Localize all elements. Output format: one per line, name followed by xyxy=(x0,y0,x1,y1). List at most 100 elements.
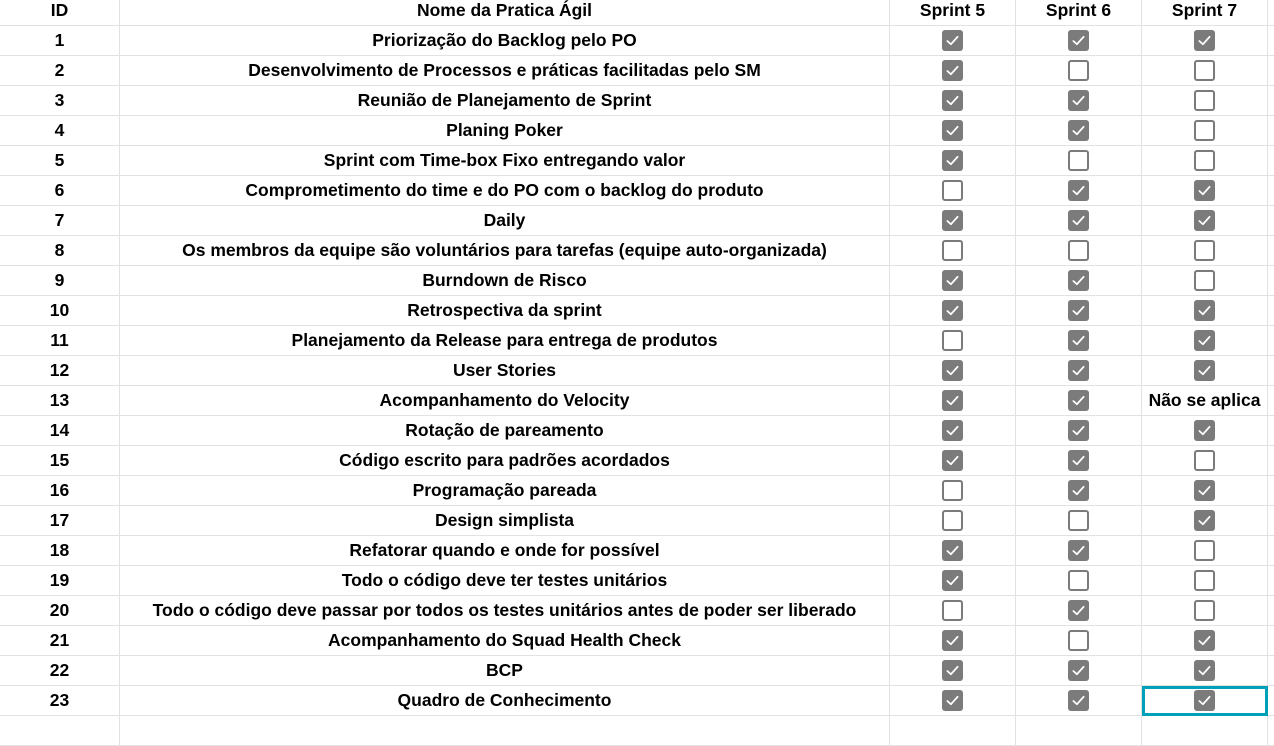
practice-name-cell[interactable]: Planejamento da Release para entrega de … xyxy=(120,326,890,356)
practice-name-cell[interactable]: Desenvolvimento de Processos e práticas … xyxy=(120,56,890,86)
empty-cell[interactable] xyxy=(1268,476,1274,506)
checkbox-unchecked[interactable] xyxy=(942,330,963,351)
checkbox-checked[interactable] xyxy=(1194,360,1215,381)
empty-cell[interactable] xyxy=(1268,536,1274,566)
sprint-7-cell[interactable] xyxy=(1142,506,1268,536)
empty-cell[interactable] xyxy=(1268,356,1274,386)
sprint-5-cell[interactable] xyxy=(890,356,1016,386)
checkbox-checked[interactable] xyxy=(1068,420,1089,441)
checkbox-checked[interactable] xyxy=(942,30,963,51)
empty-cell[interactable] xyxy=(1016,716,1142,746)
empty-cell[interactable] xyxy=(1268,0,1274,26)
checkbox-checked[interactable] xyxy=(942,210,963,231)
id-cell[interactable]: 15 xyxy=(0,446,120,476)
sprint-5-cell[interactable] xyxy=(890,206,1016,236)
empty-cell[interactable] xyxy=(0,716,120,746)
checkbox-unchecked[interactable] xyxy=(942,510,963,531)
checkbox-checked[interactable] xyxy=(942,60,963,81)
sprint-7-cell[interactable] xyxy=(1142,566,1268,596)
sprint-7-cell[interactable] xyxy=(1142,416,1268,446)
checkbox-checked[interactable] xyxy=(1194,690,1215,711)
empty-cell[interactable] xyxy=(1268,266,1274,296)
checkbox-unchecked[interactable] xyxy=(1194,270,1215,291)
empty-cell[interactable] xyxy=(1268,566,1274,596)
sprint-6-cell[interactable] xyxy=(1016,296,1142,326)
sprint-5-cell[interactable] xyxy=(890,236,1016,266)
sprint-5-cell[interactable] xyxy=(890,266,1016,296)
empty-cell[interactable] xyxy=(1142,716,1268,746)
checkbox-unchecked[interactable] xyxy=(942,180,963,201)
sprint-7-cell[interactable] xyxy=(1142,626,1268,656)
checkbox-checked[interactable] xyxy=(1194,420,1215,441)
empty-cell[interactable] xyxy=(1268,506,1274,536)
checkbox-unchecked[interactable] xyxy=(1194,540,1215,561)
sprint-7-cell[interactable] xyxy=(1142,356,1268,386)
checkbox-checked[interactable] xyxy=(1194,480,1215,501)
id-cell[interactable]: 6 xyxy=(0,176,120,206)
sprint-6-cell[interactable] xyxy=(1016,596,1142,626)
checkbox-checked[interactable] xyxy=(1068,210,1089,231)
practice-name-cell[interactable]: Os membros da equipe são voluntários par… xyxy=(120,236,890,266)
sprint-6-cell[interactable] xyxy=(1016,86,1142,116)
practice-name-cell[interactable]: Retrospectiva da sprint xyxy=(120,296,890,326)
practice-name-cell[interactable]: Código escrito para padrões acordados xyxy=(120,446,890,476)
checkbox-checked[interactable] xyxy=(942,660,963,681)
sprint-6-cell[interactable] xyxy=(1016,386,1142,416)
empty-cell[interactable] xyxy=(1268,236,1274,266)
checkbox-unchecked[interactable] xyxy=(1194,150,1215,171)
empty-cell[interactable] xyxy=(1268,686,1274,716)
id-cell[interactable]: 22 xyxy=(0,656,120,686)
sprint-6-cell[interactable] xyxy=(1016,356,1142,386)
id-cell[interactable]: 4 xyxy=(0,116,120,146)
sprint-7-cell[interactable] xyxy=(1142,86,1268,116)
checkbox-checked[interactable] xyxy=(942,150,963,171)
checkbox-checked[interactable] xyxy=(1068,660,1089,681)
empty-cell[interactable] xyxy=(1268,116,1274,146)
id-cell[interactable]: 12 xyxy=(0,356,120,386)
checkbox-unchecked[interactable] xyxy=(1068,570,1089,591)
sprint-5-cell[interactable] xyxy=(890,476,1016,506)
checkbox-checked[interactable] xyxy=(1194,510,1215,531)
sprint-5-cell[interactable] xyxy=(890,386,1016,416)
id-cell[interactable]: 14 xyxy=(0,416,120,446)
checkbox-checked[interactable] xyxy=(1068,300,1089,321)
id-cell[interactable]: 23 xyxy=(0,686,120,716)
sprint-5-cell[interactable] xyxy=(890,506,1016,536)
sprint-7-cell[interactable] xyxy=(1142,116,1268,146)
empty-cell[interactable] xyxy=(1268,146,1274,176)
checkbox-checked[interactable] xyxy=(1068,600,1089,621)
checkbox-checked[interactable] xyxy=(1068,330,1089,351)
checkbox-checked[interactable] xyxy=(1068,180,1089,201)
checkbox-checked[interactable] xyxy=(942,570,963,591)
sprint-7-cell[interactable] xyxy=(1142,296,1268,326)
checkbox-checked[interactable] xyxy=(1194,660,1215,681)
sprint-6-cell[interactable] xyxy=(1016,176,1142,206)
sprint-5-cell[interactable] xyxy=(890,296,1016,326)
empty-cell[interactable] xyxy=(1268,386,1274,416)
practice-name-cell[interactable]: Comprometimento do time e do PO com o ba… xyxy=(120,176,890,206)
id-cell[interactable]: 9 xyxy=(0,266,120,296)
sprint-6-cell[interactable] xyxy=(1016,686,1142,716)
header-sprint-5[interactable]: Sprint 5 xyxy=(890,0,1016,26)
sprint-5-cell[interactable] xyxy=(890,626,1016,656)
sprint-7-cell[interactable] xyxy=(1142,266,1268,296)
id-cell[interactable]: 10 xyxy=(0,296,120,326)
sprint-7-cell[interactable] xyxy=(1142,326,1268,356)
sprint-6-cell[interactable] xyxy=(1016,566,1142,596)
checkbox-unchecked[interactable] xyxy=(942,240,963,261)
sprint-5-cell[interactable] xyxy=(890,116,1016,146)
checkbox-checked[interactable] xyxy=(1068,360,1089,381)
practice-name-cell[interactable]: Todo o código deve ter testes unitários xyxy=(120,566,890,596)
checkbox-unchecked[interactable] xyxy=(942,600,963,621)
sprint-6-cell[interactable] xyxy=(1016,56,1142,86)
checkbox-checked[interactable] xyxy=(1194,180,1215,201)
sprint-5-cell[interactable] xyxy=(890,86,1016,116)
sprint-7-cell[interactable] xyxy=(1142,56,1268,86)
checkbox-checked[interactable] xyxy=(1068,270,1089,291)
sprint-6-cell[interactable] xyxy=(1016,476,1142,506)
id-cell[interactable]: 11 xyxy=(0,326,120,356)
checkbox-checked[interactable] xyxy=(942,630,963,651)
checkbox-checked[interactable] xyxy=(942,450,963,471)
sprint-7-cell[interactable] xyxy=(1142,206,1268,236)
sprint-5-cell[interactable] xyxy=(890,446,1016,476)
